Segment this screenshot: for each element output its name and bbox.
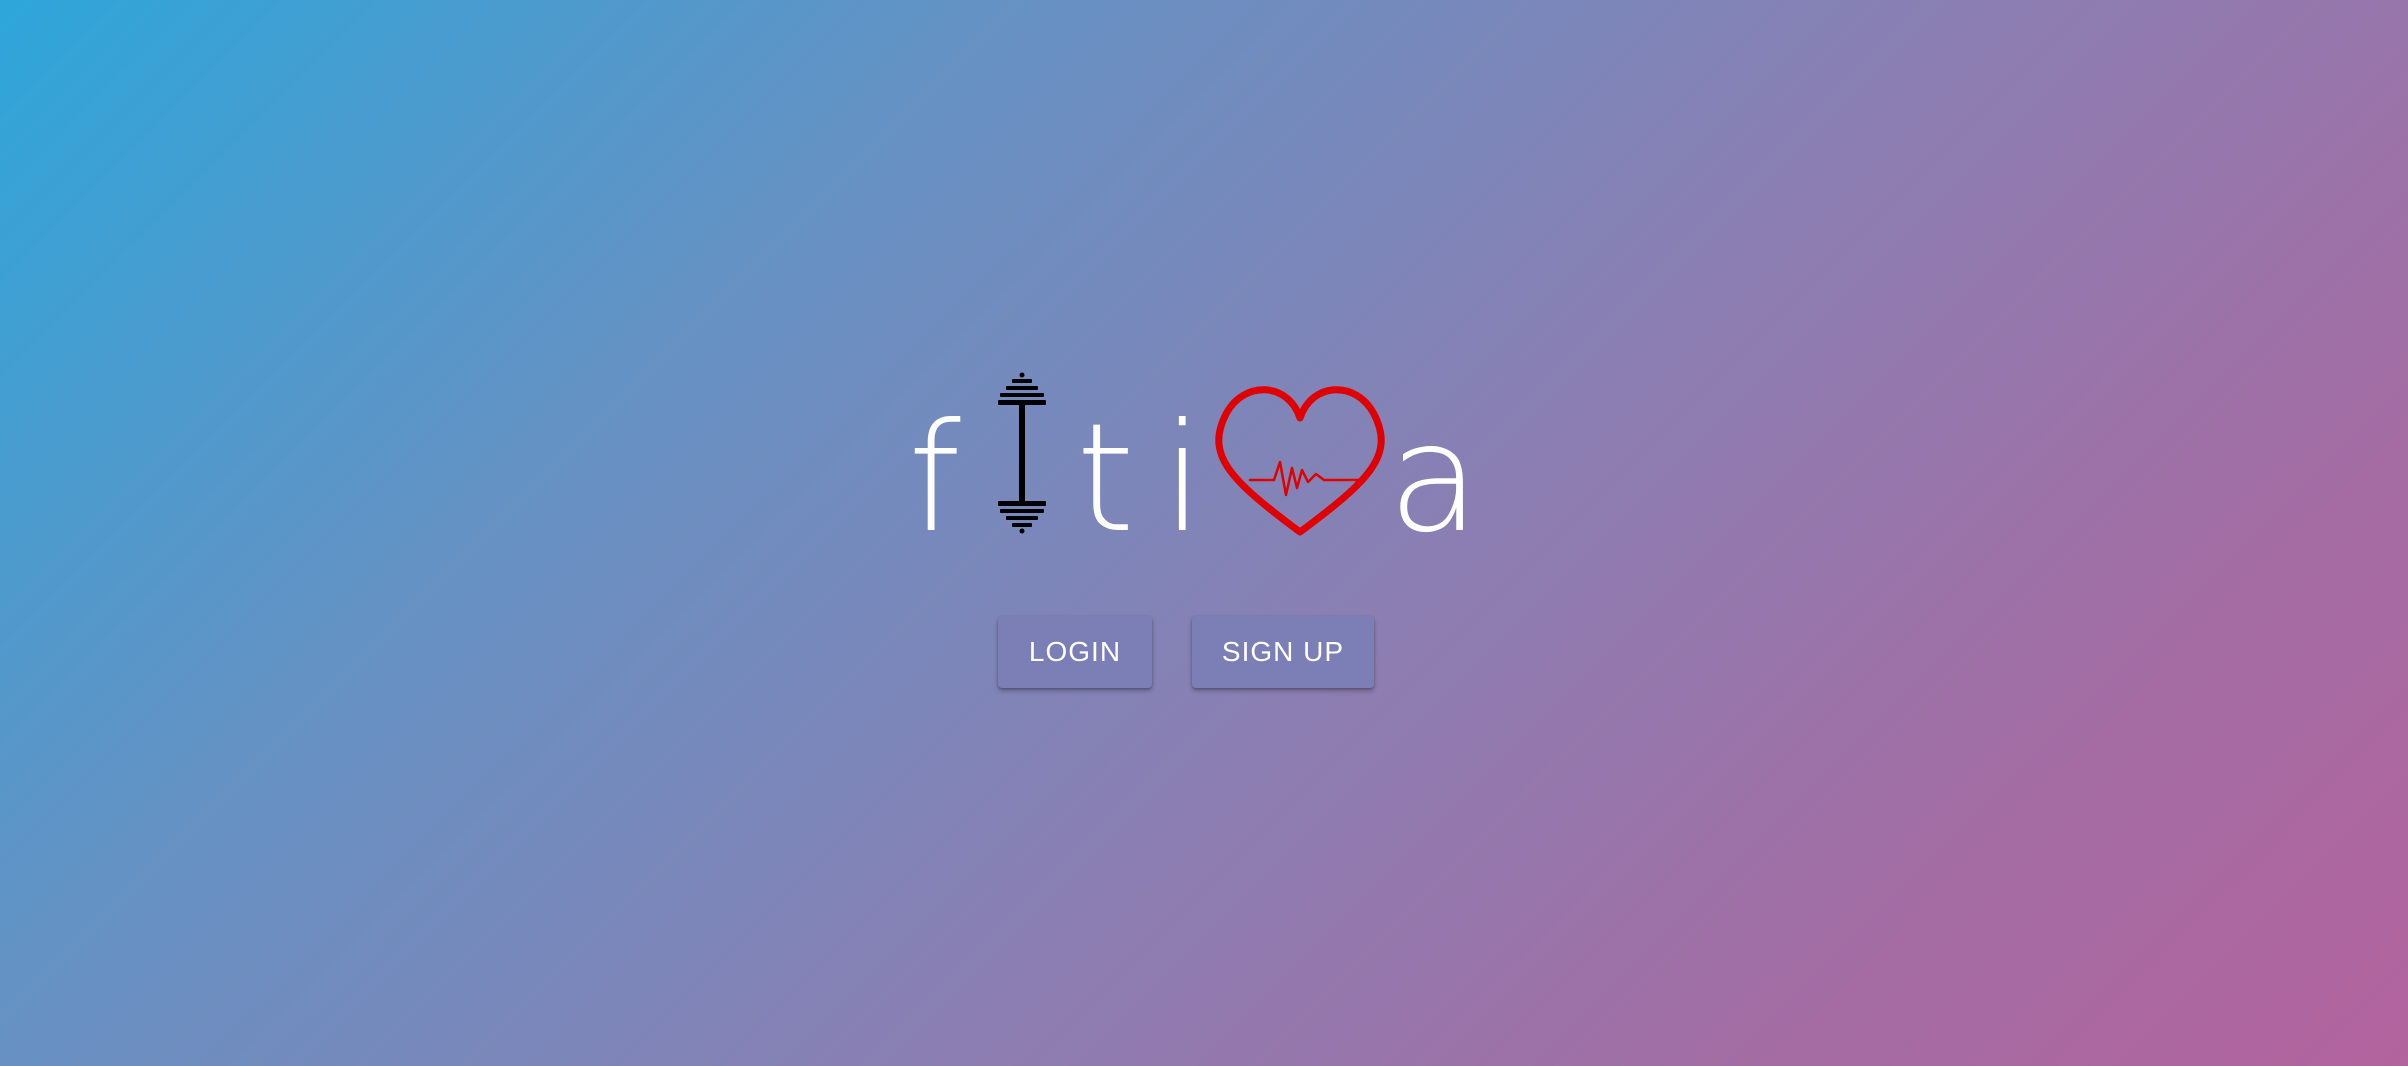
dumbbell-icon <box>998 372 1046 534</box>
heartbeat-icon <box>1215 386 1385 536</box>
app-logo: f t i a <box>900 360 1470 550</box>
login-button[interactable]: LOGIN <box>998 616 1152 688</box>
logo-letter-f: f <box>908 392 961 550</box>
logo-wordmark: f t i a <box>908 372 1470 550</box>
logo-letter-a: a <box>1388 392 1470 550</box>
logo-letter-t: t <box>1076 392 1135 550</box>
signup-button[interactable]: SIGN UP <box>1192 616 1374 688</box>
logo-letter-i: i <box>1162 392 1204 550</box>
